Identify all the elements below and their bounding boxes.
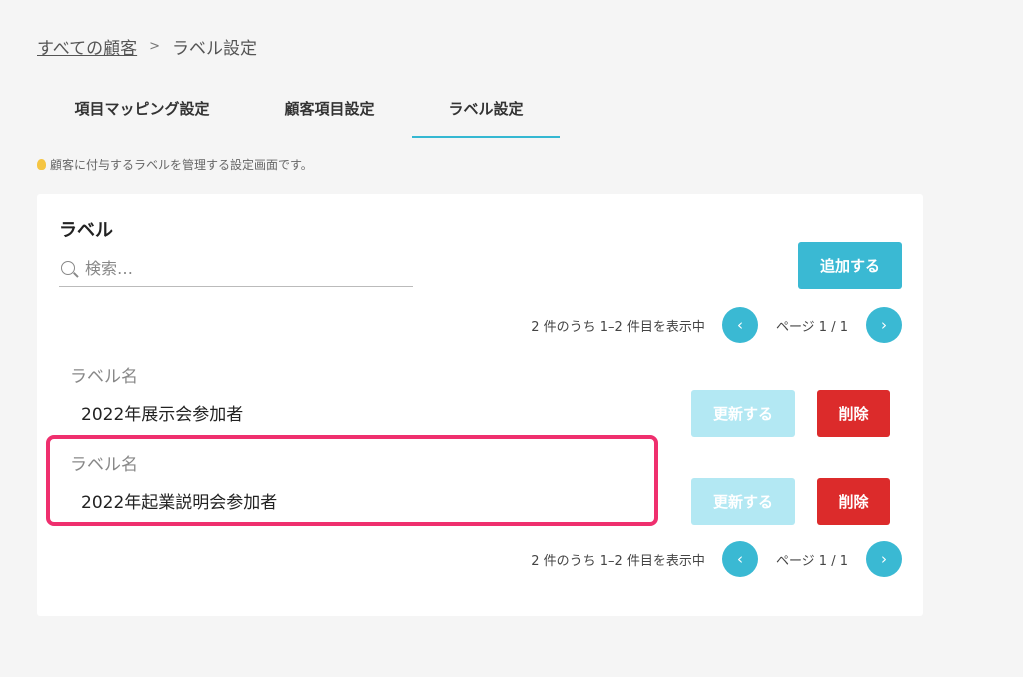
breadcrumb-separator: > bbox=[149, 39, 161, 54]
pagination-top: 2 件のうち 1–2 件目を表示中 ‹ ページ 1 / 1 › bbox=[531, 307, 902, 343]
prev-page-button[interactable]: ‹ bbox=[721, 541, 758, 577]
search-input[interactable] bbox=[83, 257, 387, 279]
lightbulb-icon bbox=[37, 159, 46, 170]
label-name-value[interactable]: 2022年展示会参加者 bbox=[81, 400, 243, 425]
delete-button[interactable]: 削除 bbox=[817, 390, 890, 437]
tab-item-mapping[interactable]: 項目マッピング設定 bbox=[37, 80, 247, 136]
label-name-caption: ラベル名 bbox=[70, 455, 138, 475]
tab-customer-fields[interactable]: 顧客項目設定 bbox=[247, 80, 412, 136]
update-button[interactable]: 更新する bbox=[691, 390, 795, 437]
hint-text: 顧客に付与するラベルを管理する設定画面です。 bbox=[50, 158, 313, 172]
label-name-caption: ラベル名 bbox=[70, 367, 138, 387]
label-row: ラベル名 2022年起業説明会参加者 更新する 削除 bbox=[59, 446, 902, 526]
page-indicator: ページ 1 / 1 bbox=[775, 319, 848, 335]
delete-button[interactable]: 削除 bbox=[817, 478, 890, 525]
label-name-value[interactable]: 2022年起業説明会参加者 bbox=[81, 488, 277, 513]
chevron-left-icon: ‹ bbox=[736, 550, 743, 568]
next-page-button[interactable]: › bbox=[866, 541, 902, 577]
page-indicator: ページ 1 / 1 bbox=[775, 553, 848, 569]
tab-label-settings[interactable]: ラベル設定 bbox=[412, 80, 560, 138]
settings-tabs: 項目マッピング設定 顧客項目設定 ラベル設定 bbox=[37, 80, 923, 138]
search-icon bbox=[61, 261, 75, 275]
add-label-button[interactable]: 追加する bbox=[798, 242, 902, 289]
page-hint: 顧客に付与するラベルを管理する設定画面です。 bbox=[37, 156, 313, 173]
breadcrumb-current: ラベル設定 bbox=[172, 39, 258, 59]
pagination-bottom: 2 件のうち 1–2 件目を表示中 ‹ ページ 1 / 1 › bbox=[531, 541, 902, 577]
pagination-summary: 2 件のうち 1–2 件目を表示中 bbox=[531, 319, 705, 335]
chevron-right-icon: › bbox=[881, 316, 887, 334]
search-box bbox=[59, 250, 413, 287]
prev-page-button[interactable]: ‹ bbox=[721, 307, 758, 343]
label-row: ラベル名 2022年展示会参加者 更新する 削除 bbox=[59, 358, 902, 438]
update-button[interactable]: 更新する bbox=[691, 478, 795, 525]
pagination-summary: 2 件のうち 1–2 件目を表示中 bbox=[531, 553, 705, 569]
breadcrumb-all-customers-link[interactable]: すべての顧客 bbox=[37, 34, 137, 59]
breadcrumb: すべての顧客 > ラベル設定 bbox=[37, 34, 257, 59]
next-page-button[interactable]: › bbox=[866, 307, 902, 343]
chevron-right-icon: › bbox=[881, 550, 887, 568]
label-panel: ラベル 追加する 2 件のうち 1–2 件目を表示中 ‹ ページ 1 / 1 ›… bbox=[37, 194, 923, 616]
chevron-left-icon: ‹ bbox=[736, 316, 743, 334]
panel-title: ラベル bbox=[59, 220, 113, 241]
